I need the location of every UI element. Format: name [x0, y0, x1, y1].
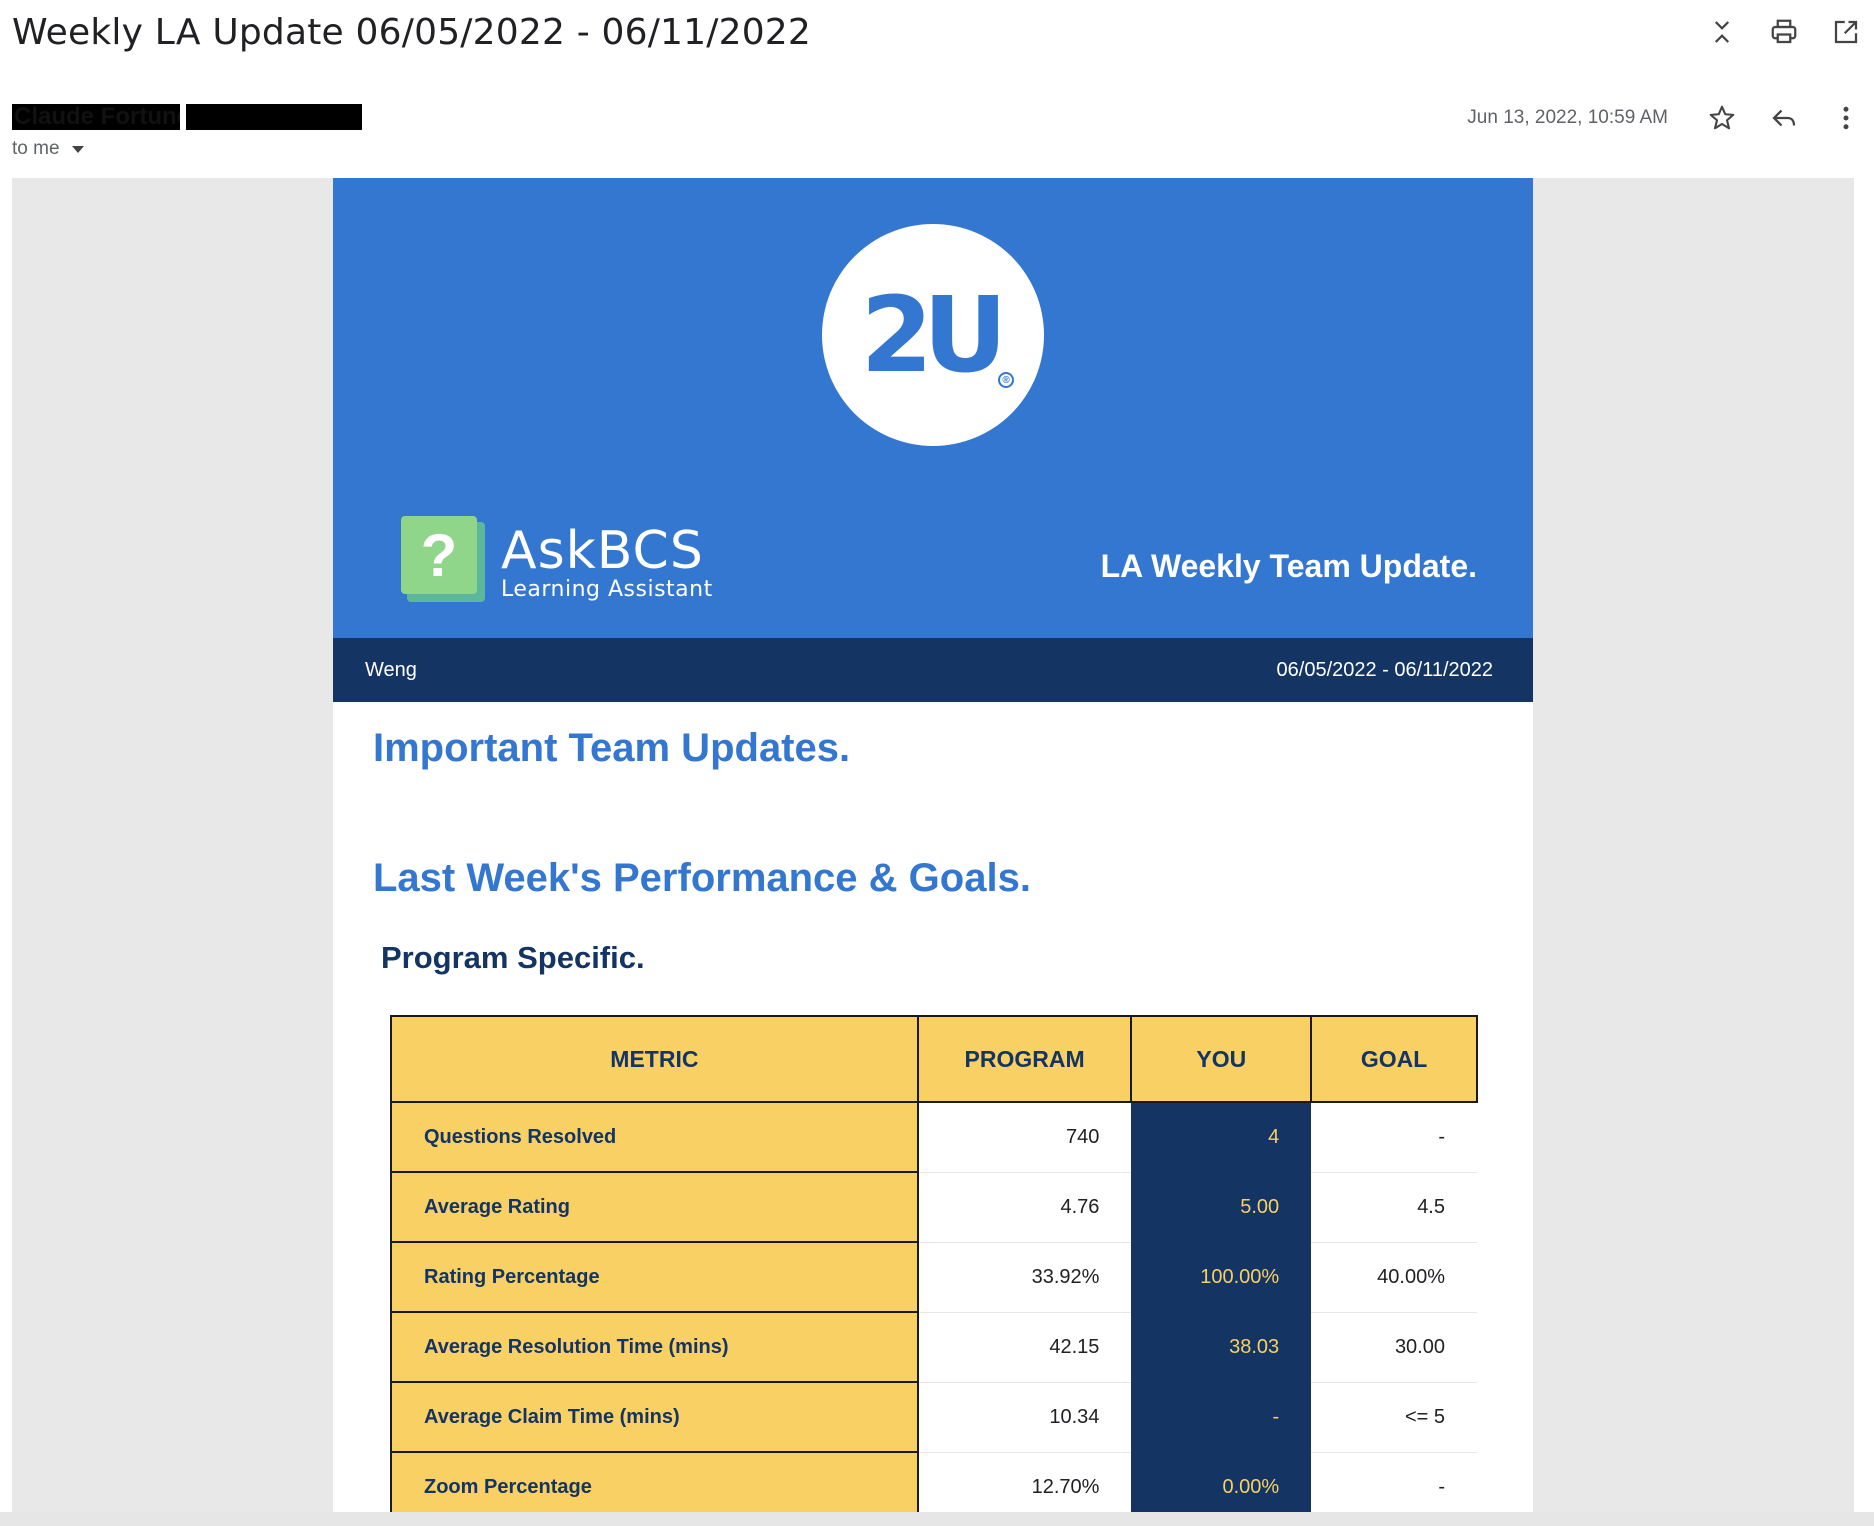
metric-cell: Average Resolution Time (mins) [390, 1312, 919, 1383]
you-cell: 4 [1131, 1102, 1312, 1173]
table-header-row: METRIC PROGRAM YOU GOAL [390, 1015, 1478, 1103]
performance-heading: Last Week's Performance & Goals. [373, 856, 1031, 900]
you-cell: 38.03 [1131, 1312, 1312, 1383]
banner-title: LA Weekly Team Update. [1100, 548, 1477, 584]
la-name: Weng [365, 658, 417, 681]
email-content: 2U ® ? AskBCS Learning Assistant LA Week… [333, 178, 1533, 1512]
table-row: Average Claim Time (mins) 10.34 - <= 5 [390, 1382, 1477, 1453]
important-updates-heading: Important Team Updates. [373, 726, 851, 770]
program-cell: 740 [917, 1102, 1132, 1173]
goal-cell: 40.00% [1311, 1242, 1477, 1313]
you-cell: 5.00 [1131, 1172, 1312, 1243]
collapse-icon[interactable] [1704, 14, 1740, 50]
message-meta: Jun 13, 2022, 10:59 AM [1467, 100, 1864, 136]
header-you: YOU [1130, 1015, 1313, 1103]
table-row: Rating Percentage 33.92% 100.00% 40.00% [390, 1242, 1477, 1313]
registered-mark: ® [998, 372, 1014, 388]
table-row: Average Resolution Time (mins) 42.15 38.… [390, 1312, 1477, 1383]
goal-cell: - [1311, 1452, 1477, 1512]
askbcs-title: AskBCS [501, 521, 704, 581]
askbcs-subtitle: Learning Assistant [501, 577, 713, 602]
open-in-new-window-icon[interactable] [1828, 14, 1864, 50]
recipient-label: to me [12, 138, 60, 159]
program-cell: 33.92% [917, 1242, 1132, 1313]
2u-logo-text: 2U [860, 274, 1008, 396]
goal-cell: <= 5 [1311, 1382, 1477, 1453]
header-metric: METRIC [390, 1015, 919, 1103]
chevron-down-icon[interactable] [71, 145, 84, 153]
metric-cell: Zoom Percentage [390, 1452, 919, 1512]
program-cell: 4.76 [917, 1172, 1132, 1243]
top-toolbar [1704, 14, 1864, 50]
metric-cell: Average Rating [390, 1172, 919, 1243]
you-cell: 100.00% [1131, 1242, 1312, 1313]
2u-logo: 2U ® [822, 224, 1044, 446]
question-badge-icon: ? [401, 516, 487, 610]
program-specific-heading: Program Specific. [381, 940, 645, 975]
metric-cell: Questions Resolved [390, 1102, 919, 1173]
sender-email-redacted [186, 104, 362, 130]
sender-row: Claude Fortune [12, 104, 362, 130]
header-program: PROGRAM [916, 1015, 1133, 1103]
email-body-background: 2U ® ? AskBCS Learning Assistant LA Week… [12, 178, 1854, 1512]
more-vert-icon[interactable] [1828, 100, 1864, 136]
program-cell: 12.70% [917, 1452, 1132, 1512]
you-cell: - [1131, 1382, 1312, 1453]
table-row: Zoom Percentage 12.70% 0.00% - [390, 1452, 1477, 1512]
metric-cell: Rating Percentage [390, 1242, 919, 1313]
table-row: Questions Resolved 740 4 - [390, 1102, 1477, 1173]
email-subject: Weekly LA Update 06/05/2022 - 06/11/2022 [12, 12, 812, 53]
bottom-edge [0, 1512, 1874, 1526]
table-row: Average Rating 4.76 5.00 4.5 [390, 1172, 1477, 1243]
reply-icon[interactable] [1766, 100, 1802, 136]
program-cell: 10.34 [917, 1382, 1132, 1453]
header-banner: 2U ® ? AskBCS Learning Assistant LA Week… [333, 178, 1533, 638]
metric-cell: Average Claim Time (mins) [390, 1382, 919, 1453]
metrics-table: METRIC PROGRAM YOU GOAL Questions Resolv… [390, 1015, 1478, 1512]
goal-cell: 4.5 [1311, 1172, 1477, 1243]
date-range: 06/05/2022 - 06/11/2022 [1276, 658, 1493, 681]
program-cell: 42.15 [917, 1312, 1132, 1383]
goal-cell: - [1311, 1102, 1477, 1173]
star-icon[interactable] [1704, 100, 1740, 136]
print-icon[interactable] [1766, 14, 1802, 50]
goal-cell: 30.00 [1311, 1312, 1477, 1383]
you-cell: 0.00% [1131, 1452, 1312, 1512]
recipient-dropdown[interactable]: to me [12, 138, 84, 160]
header-goal: GOAL [1310, 1015, 1478, 1103]
message-date: Jun 13, 2022, 10:59 AM [1467, 107, 1668, 128]
askbcs-logo: ? AskBCS Learning Assistant [401, 516, 713, 610]
info-bar: Weng 06/05/2022 - 06/11/2022 [333, 638, 1533, 702]
sender-name[interactable]: Claude Fortune [12, 104, 180, 130]
